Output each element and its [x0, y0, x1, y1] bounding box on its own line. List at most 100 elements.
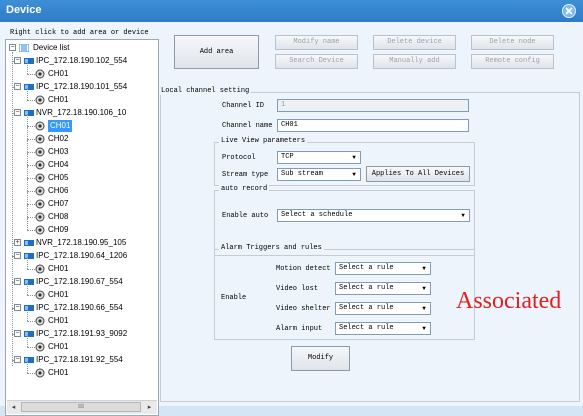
tree-item-label: CH01 [48, 95, 69, 104]
tree-connector [27, 139, 35, 140]
add-area-button[interactable]: Add area [174, 35, 259, 69]
camera-device-icon [24, 240, 34, 246]
protocol-label: Protocol [222, 154, 256, 162]
channel-name-field[interactable]: CH01 [277, 119, 469, 132]
dropdown-arrow-icon[interactable]: ▼ [419, 324, 429, 333]
tree-connector [27, 373, 35, 374]
camera-device-icon [24, 253, 34, 259]
stream-type-value: Sub stream [281, 170, 324, 178]
tree-root-label: Device list [33, 43, 70, 52]
dropdown-arrow-icon[interactable]: ▼ [419, 304, 429, 313]
tree-connector [27, 62, 28, 74]
close-icon [565, 7, 573, 15]
protocol-select[interactable]: TCP ▼ [277, 151, 361, 164]
camera-channel-icon [35, 147, 45, 157]
tree-connector [27, 140, 28, 152]
delete-device-button[interactable]: Delete device [373, 35, 456, 50]
camera-channel-icon [35, 342, 45, 352]
camera-channel-icon [35, 368, 45, 378]
scroll-thumb[interactable]: III [21, 402, 141, 412]
tree-connector [27, 179, 28, 191]
collapse-icon[interactable]: − [14, 109, 21, 116]
tree-connector [27, 191, 35, 192]
tree-item-label: CH01 [48, 264, 69, 273]
apply-all-devices-button[interactable]: Applies To All Devices [366, 166, 470, 182]
list-icon [19, 44, 29, 52]
collapse-icon[interactable]: − [14, 330, 21, 337]
tree-connector [27, 166, 28, 178]
alarm-rule-value: Select a rule [339, 304, 394, 312]
camera-channel-icon [35, 264, 45, 274]
dropdown-arrow-icon[interactable]: ▼ [349, 170, 359, 179]
stream-type-label: Stream type [222, 171, 269, 179]
tree-item-label: CH01 [48, 368, 69, 377]
close-button[interactable] [562, 4, 576, 18]
search-device-button[interactable]: Search Device [275, 54, 358, 69]
dropdown-arrow-icon[interactable]: ▼ [419, 284, 429, 293]
camera-device-icon [24, 279, 34, 285]
alarm-rule-select[interactable]: Select a rule ▼ [335, 322, 431, 335]
tree-connector [27, 165, 35, 166]
tree-hint: Right click to add area or device [10, 29, 149, 37]
scroll-right-icon[interactable]: ▸ [144, 402, 155, 413]
camera-device-icon [24, 331, 34, 337]
tree-connector [27, 100, 35, 101]
camera-channel-icon [35, 173, 45, 183]
tree-connector [27, 205, 28, 217]
tree-connector [27, 335, 28, 347]
tree-item-label: CH02 [48, 134, 69, 143]
collapse-icon[interactable]: − [14, 57, 21, 64]
camera-channel-icon [35, 160, 45, 170]
tree-item-label: IPC_172.18.190.67_554 [36, 277, 123, 286]
dropdown-arrow-icon[interactable]: ▼ [419, 264, 429, 273]
tree-item-label: CH09 [48, 225, 69, 234]
tree-connector [27, 309, 28, 321]
channel-id-field: 1 [277, 99, 469, 112]
manually-add-button[interactable]: Manually add [373, 54, 456, 69]
tree-item-label: CH05 [48, 173, 69, 182]
alarm-rule-label: Video lost [276, 285, 319, 293]
tree-connector [27, 257, 28, 269]
tree-item-label: IPC_172.18.190.101_554 [36, 82, 128, 91]
alarm-rule-select[interactable]: Select a rule ▼ [335, 282, 431, 295]
tree-item-label: CH08 [48, 212, 69, 221]
tree-connector [27, 321, 35, 322]
modify-button[interactable]: Modify [291, 346, 350, 371]
modify-name-button[interactable]: Modify name [275, 35, 358, 50]
tree-connector [27, 127, 28, 139]
local-channel-title: Local channel setting [159, 87, 252, 95]
scroll-left-icon[interactable]: ◂ [8, 402, 19, 413]
alarm-rule-select[interactable]: Select a rule ▼ [335, 262, 431, 275]
device-tree[interactable]: − Device list − IPC_172.18.190.102_554 CH0… [5, 39, 159, 416]
alarm-rule-value: Select a rule [339, 284, 394, 292]
alarm-rule-value: Select a rule [339, 264, 394, 272]
tree-connector [27, 230, 35, 231]
camera-channel-icon [35, 134, 45, 144]
tree-connector [27, 126, 35, 127]
dropdown-arrow-icon[interactable]: ▼ [458, 211, 468, 220]
collapse-icon[interactable]: − [14, 304, 21, 311]
collapse-icon[interactable]: − [14, 278, 21, 285]
delete-node-button[interactable]: Delete node [471, 35, 554, 50]
dropdown-arrow-icon[interactable]: ▼ [349, 153, 359, 162]
tree-connector [27, 217, 35, 218]
stream-type-select[interactable]: Sub stream ▼ [277, 168, 361, 181]
tree-connector [27, 178, 35, 179]
tree-connector [27, 361, 28, 373]
tree-connector [27, 347, 35, 348]
tree-item-label: CH03 [48, 147, 69, 156]
schedule-select[interactable]: Select a schedule ▼ [277, 209, 470, 222]
collapse-icon[interactable]: − [14, 83, 21, 90]
camera-channel-icon [35, 95, 45, 105]
schedule-value: Select a schedule [281, 211, 353, 219]
alarm-rule-value: Select a rule [339, 324, 394, 332]
collapse-icon[interactable]: − [14, 356, 21, 363]
alarm-rule-select[interactable]: Select a rule ▼ [335, 302, 431, 315]
remote-config-button[interactable]: Remote config [471, 54, 554, 69]
title-bar: Device [0, 0, 583, 22]
tree-connector [27, 192, 28, 204]
collapse-icon[interactable]: − [9, 44, 16, 51]
expand-icon[interactable]: + [14, 239, 21, 246]
collapse-icon[interactable]: − [14, 252, 21, 259]
tree-horizontal-scrollbar[interactable]: ◂ III ▸ [7, 400, 157, 414]
